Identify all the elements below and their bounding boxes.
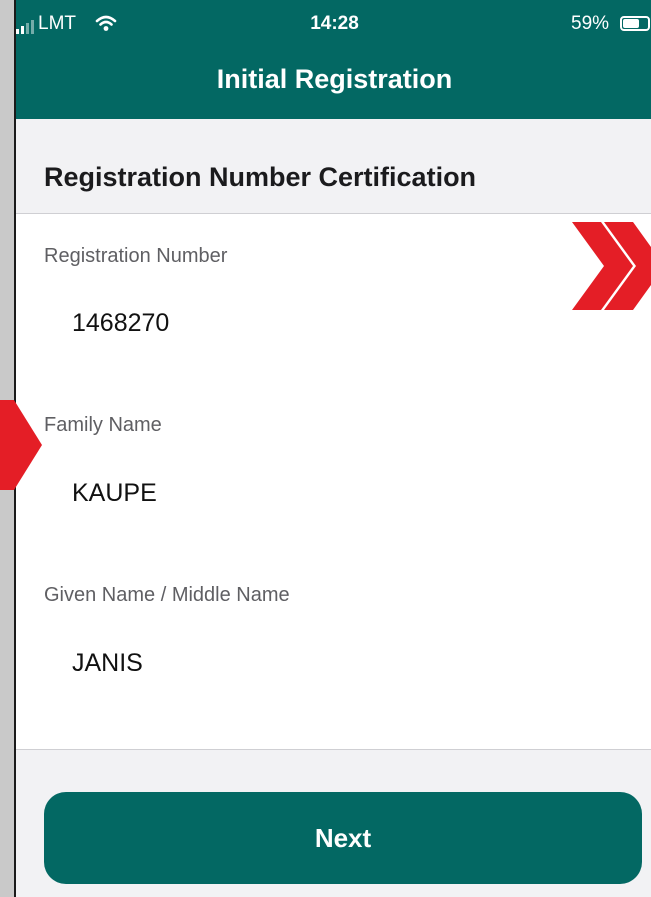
- double-chevron-icon: [572, 222, 651, 310]
- annotation-overlay: [0, 222, 651, 490]
- chevron-right-icon: [0, 400, 42, 490]
